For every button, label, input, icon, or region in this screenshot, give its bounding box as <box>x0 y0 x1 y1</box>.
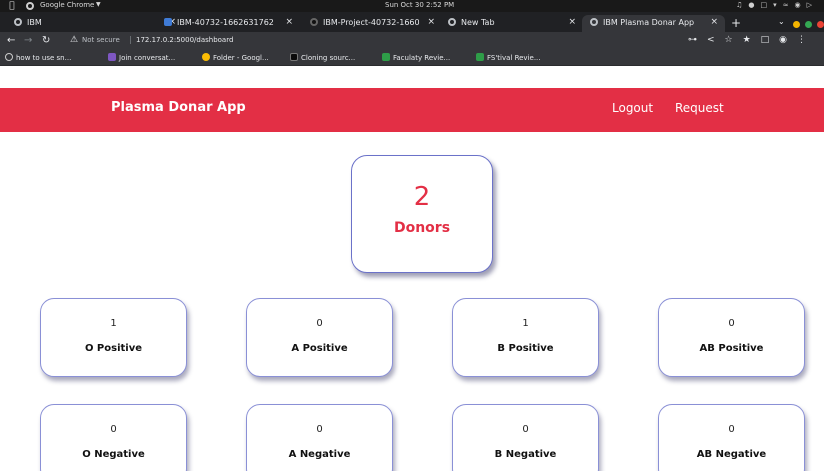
github-icon <box>310 18 318 26</box>
bookmark-label: FS'tival Revie... <box>487 54 541 62</box>
blood-group-label: B Positive <box>497 343 554 354</box>
tab-label: IBM-Project-40732-1660 <box>323 18 420 27</box>
blood-group-card-b-negative: 0 B Negative <box>452 404 599 471</box>
browser-toolbar-icons[interactable]: ⊶<☆★□◉⋮ <box>688 35 816 45</box>
bookmark-item[interactable]: Cloning sourc... <box>290 53 355 62</box>
close-icon[interactable]: × <box>568 17 576 27</box>
system-tray-icons[interactable]: ♫●□▾≈◉▷ <box>736 1 818 9</box>
url-divider: | <box>129 35 132 44</box>
close-window-dot-icon[interactable] <box>817 21 824 28</box>
plus-icon <box>382 53 390 61</box>
blood-group-label: O Negative <box>82 449 145 460</box>
brand-link[interactable]: Plasma Donar App <box>111 100 246 115</box>
close-icon[interactable]: × <box>285 17 293 27</box>
tab-label: New Tab <box>461 18 495 27</box>
security-label[interactable]: Not secure <box>82 36 120 44</box>
blood-group-count: 0 <box>522 424 529 435</box>
chrome-icon <box>26 2 34 10</box>
tab-label: IBM-40732-1662631762 <box>177 18 274 27</box>
address-bar-row: ← → ↻ ⚠ Not secure | 172.17.0.2:5000/das… <box>0 32 824 50</box>
bookmark-item[interactable]: Folder - Googl... <box>202 53 269 62</box>
new-tab-button[interactable]: + <box>731 16 741 30</box>
bookmark-item[interactable]: how to use sn... <box>5 53 71 62</box>
logout-link[interactable]: Logout <box>612 101 653 115</box>
tab-plasma-donar-app[interactable]: IBM Plasma Donar App × <box>582 15 725 32</box>
request-link[interactable]: Request <box>675 101 724 115</box>
dev-icon <box>290 53 298 61</box>
document-icon <box>164 18 172 26</box>
blood-group-count: 1 <box>522 318 529 329</box>
url-input[interactable]: 172.17.0.2:5000/dashboard <box>136 36 233 44</box>
tab-label: IBM <box>27 18 42 27</box>
warning-icon[interactable]: ⚠ <box>70 35 78 45</box>
total-donors-count: 2 <box>413 182 431 212</box>
plus-icon <box>476 53 484 61</box>
globe-icon <box>5 53 13 61</box>
blood-group-card-ab-positive: 0 AB Positive <box>658 298 805 377</box>
bookmark-label: how to use sn... <box>16 54 72 62</box>
bookmark-label: Join conversat... <box>119 54 176 62</box>
blood-group-label: B Negative <box>494 449 557 460</box>
os-menu-bar:  Google Chrome ▼ Sun Oct 30 2:52 PM ♫●□… <box>0 0 824 12</box>
chevron-down-icon[interactable]: ▼ <box>96 1 101 8</box>
blood-group-count: 0 <box>110 424 117 435</box>
drive-icon <box>202 53 210 61</box>
blood-group-label: A Negative <box>288 449 351 460</box>
blood-group-count: 0 <box>728 318 735 329</box>
tab-ibm-project[interactable]: IBM-Project-40732-1660 × <box>302 15 442 32</box>
total-donors-card: 2 Donors <box>351 155 493 273</box>
system-clock[interactable]: Sun Oct 30 2:52 PM <box>385 1 454 9</box>
close-icon[interactable]: × <box>427 17 435 27</box>
blood-group-count: 1 <box>110 318 117 329</box>
forward-arrow-icon[interactable]: → <box>24 35 32 46</box>
reload-icon[interactable]: ↻ <box>42 35 50 46</box>
chrome-icon <box>448 18 456 26</box>
blood-group-card-ab-negative: 0 AB Negative <box>658 404 805 471</box>
bookmark-label: Faculaty Revie... <box>393 54 451 62</box>
maximize-dot-icon[interactable] <box>805 21 812 28</box>
blood-group-label: A Positive <box>291 343 348 354</box>
tab-ibm-40732[interactable]: IBM-40732-1662631762 × <box>156 15 300 32</box>
blood-group-card-a-positive: 0 A Positive <box>246 298 393 377</box>
blood-group-count: 0 <box>728 424 735 435</box>
bookmark-label: Folder - Googl... <box>213 54 269 62</box>
app-navbar: Plasma Donar App Logout Request <box>0 88 824 132</box>
chat-icon <box>108 53 116 61</box>
close-icon[interactable]: × <box>710 17 718 27</box>
blood-group-card-o-negative: 0 O Negative <box>40 404 187 471</box>
tab-search-icon[interactable]: ⌄ <box>778 17 785 26</box>
back-arrow-icon[interactable]: ← <box>7 35 15 46</box>
tab-new-tab[interactable]: New Tab × <box>440 15 583 32</box>
bookmark-item[interactable]: Join conversat... <box>108 53 175 62</box>
blood-group-label: AB Negative <box>696 449 767 460</box>
bookmark-item[interactable]: Faculaty Revie... <box>382 53 450 62</box>
blood-group-label: O Positive <box>84 343 143 354</box>
tab-label: IBM Plasma Donar App <box>603 18 695 27</box>
minimize-dot-icon[interactable] <box>793 21 800 28</box>
globe-icon <box>14 18 22 26</box>
globe-icon <box>590 18 598 26</box>
browser-tab-strip: IBM × IBM-40732-1662631762 × IBM-Project… <box>0 12 824 32</box>
blood-group-card-b-positive: 1 B Positive <box>452 298 599 377</box>
blood-group-card-o-positive: 1 O Positive <box>40 298 187 377</box>
total-donors-label: Donors <box>393 220 451 236</box>
blood-group-count: 0 <box>316 318 323 329</box>
bookmark-label: Cloning sourc... <box>301 54 356 62</box>
blood-group-label: AB Positive <box>699 343 764 354</box>
bookmarks-bar: how to use sn... Join conversat... Folde… <box>0 50 824 66</box>
app-name[interactable]: Google Chrome <box>40 1 94 9</box>
apple-icon[interactable]:  <box>7 1 17 11</box>
blood-group-card-a-negative: 0 A Negative <box>246 404 393 471</box>
blood-group-count: 0 <box>316 424 323 435</box>
bookmark-item[interactable]: FS'tival Revie... <box>476 53 541 62</box>
